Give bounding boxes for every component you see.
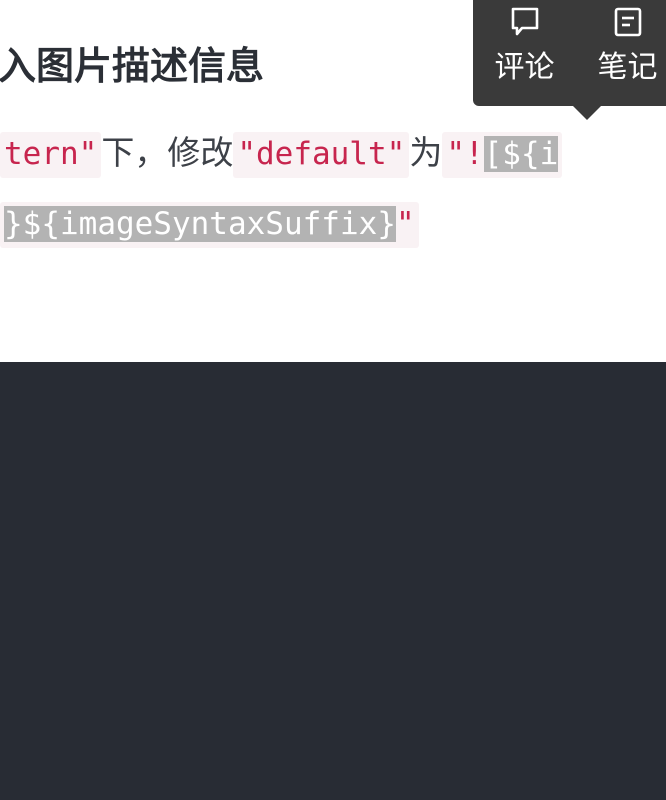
- note-label: 笔记: [597, 50, 658, 85]
- selection-toolbar: 评论 笔记: [473, 0, 666, 120]
- selected-text[interactable]: [${i: [483, 136, 559, 172]
- inline-code-default[interactable]: "default": [233, 132, 410, 178]
- paragraph-line-2: }${imageSyntaxSuffix}": [0, 198, 419, 249]
- inline-code-image-syntax-continued[interactable]: }${imageSyntaxSuffix}": [0, 202, 419, 248]
- inline-code-pattern[interactable]: tern": [0, 132, 102, 178]
- paragraph-text: 下，修改: [101, 133, 234, 172]
- comment-button[interactable]: 评论: [473, 0, 576, 106]
- comment-icon: [511, 7, 538, 36]
- code-unselected-part: "!: [446, 136, 484, 172]
- note-icon: [614, 7, 641, 37]
- dark-panel: [0, 362, 666, 800]
- note-button[interactable]: 笔记: [576, 0, 666, 106]
- paragraph-line-1: tern" 下，修改 "default" 为 "![${i: [0, 128, 563, 179]
- section-heading: 入图片描述信息: [0, 44, 265, 88]
- page: 入图片描述信息 tern" 下，修改 "default" 为 "![${i }${ima…: [0, 0, 666, 800]
- code-unselected-part: ": [395, 206, 415, 242]
- selected-text[interactable]: }${imageSyntaxSuffix}: [4, 206, 396, 242]
- paragraph-text: 为: [409, 133, 443, 172]
- comment-label: 评论: [494, 50, 555, 85]
- inline-code-image-syntax[interactable]: "![${i: [442, 132, 563, 178]
